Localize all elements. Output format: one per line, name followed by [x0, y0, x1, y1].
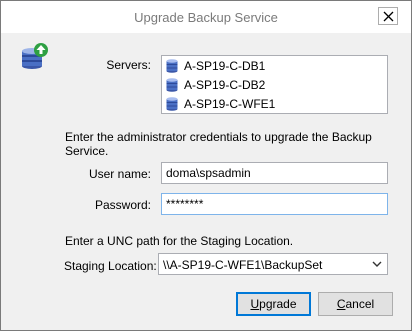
- upgrade-button[interactable]: Upgrade: [236, 292, 311, 316]
- upgrade-label-rest: pgrade: [259, 297, 297, 311]
- upgrade-mnemonic: U: [250, 297, 260, 311]
- servers-list[interactable]: A-SP19-C-DB1 A-SP19-C-DB2 A-SP19-C-WFE1: [161, 55, 388, 114]
- password-field[interactable]: ********: [161, 193, 388, 215]
- database-upgrade-icon: [22, 43, 48, 69]
- server-name: A-SP19-C-WFE1: [184, 97, 276, 111]
- staging-location-label: Staging Location:: [64, 259, 157, 273]
- server-name: A-SP19-C-DB2: [184, 78, 266, 92]
- server-database-icon: [166, 78, 178, 92]
- close-icon: [383, 11, 394, 22]
- credentials-instruction-line1: Enter the administrator credentials to u…: [65, 130, 372, 144]
- list-item[interactable]: A-SP19-C-WFE1: [166, 95, 381, 113]
- server-name: A-SP19-C-DB1: [184, 59, 266, 73]
- credentials-instruction-line2: Service.: [65, 144, 109, 158]
- chevron-down-icon[interactable]: [372, 261, 382, 268]
- username-field[interactable]: doma\spsadmin: [161, 162, 388, 184]
- staging-location-value: \\A-SP19-C-WFE1\BackupSet: [163, 258, 323, 272]
- upgrade-backup-service-dialog: Upgrade Backup Service Servers: A-SP19-C…: [0, 0, 412, 331]
- username-label: User name:: [88, 167, 151, 181]
- servers-label: Servers:: [106, 58, 151, 72]
- server-database-icon: [166, 97, 178, 111]
- cancel-button[interactable]: Cancel: [318, 292, 393, 316]
- server-database-icon: [166, 59, 178, 73]
- cancel-label-rest: ancel: [345, 297, 375, 311]
- staging-location-combo[interactable]: \\A-SP19-C-WFE1\BackupSet: [158, 253, 388, 275]
- password-label: Password:: [94, 198, 151, 212]
- staging-instruction: Enter a UNC path for the Staging Locatio…: [65, 234, 294, 248]
- close-button[interactable]: [378, 7, 398, 25]
- list-item[interactable]: A-SP19-C-DB1: [166, 57, 381, 75]
- list-item[interactable]: A-SP19-C-DB2: [166, 76, 381, 94]
- title-bar[interactable]: Upgrade Backup Service: [1, 1, 411, 33]
- window-title: Upgrade Backup Service: [134, 10, 278, 25]
